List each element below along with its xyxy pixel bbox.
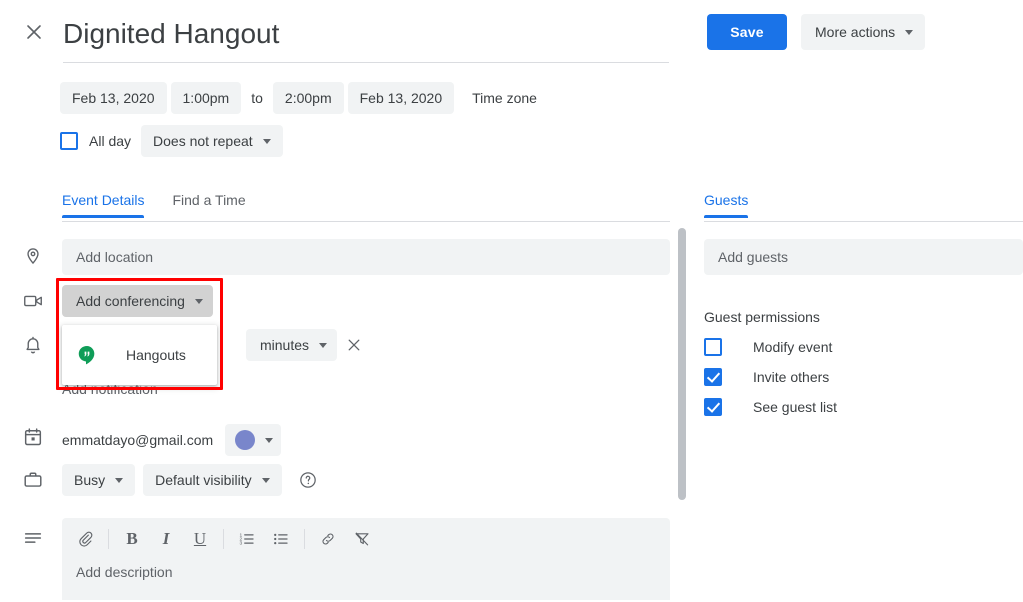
visibility-label: Default visibility — [155, 472, 252, 488]
repeat-label: Does not repeat — [153, 133, 253, 149]
conferencing-option-hangouts[interactable]: Hangouts — [62, 325, 217, 385]
chevron-down-icon — [905, 29, 914, 35]
right-tabs-divider — [704, 221, 1023, 222]
guest-permissions-title: Guest permissions — [704, 309, 820, 325]
start-date-field[interactable]: Feb 13, 2020 — [60, 82, 167, 114]
numbered-list-icon[interactable]: 1 2 3 — [230, 522, 264, 556]
chevron-down-icon — [262, 138, 271, 144]
event-color-swatch — [235, 430, 256, 450]
event-color-dropdown[interactable] — [225, 424, 282, 456]
tab-guests[interactable]: Guests — [704, 192, 749, 218]
scrollbar-thumb[interactable] — [678, 228, 686, 500]
add-conferencing-label: Add conferencing — [76, 293, 185, 309]
calendar-icon — [22, 426, 44, 448]
right-tabs: Guests — [704, 192, 776, 218]
briefcase-icon — [22, 469, 44, 491]
bulleted-list-icon[interactable] — [264, 522, 298, 556]
notification-unit-dropdown[interactable]: minutes — [246, 329, 338, 361]
calendar-email: emmatdayo@gmail.com — [62, 432, 214, 448]
conferencing-option-label: Hangouts — [126, 347, 186, 363]
location-pin-icon — [22, 246, 44, 268]
svg-text:3: 3 — [240, 541, 243, 547]
chevron-down-icon — [261, 477, 270, 483]
start-time-field[interactable]: 1:00pm — [170, 82, 242, 114]
permission-invite-others[interactable]: Invite others — [704, 368, 829, 386]
permission-modify-event[interactable]: Modify event — [704, 338, 832, 356]
title-wrap: Dignited Hangout — [63, 14, 669, 63]
left-tabs-divider — [62, 221, 670, 222]
location-input[interactable]: Add location — [62, 239, 670, 275]
time-zone-button[interactable]: Time zone — [472, 90, 537, 106]
underline-icon[interactable]: U — [183, 522, 217, 556]
calendar-owner-row: emmatdayo@gmail.com — [62, 424, 282, 456]
description-input[interactable]: Add description — [62, 560, 670, 580]
repeat-dropdown[interactable]: Does not repeat — [141, 125, 283, 157]
end-time-field[interactable]: 2:00pm — [272, 82, 344, 114]
description-lines-icon — [22, 527, 44, 549]
close-icon[interactable] — [18, 16, 50, 48]
more-actions-label: More actions — [815, 24, 896, 40]
video-camera-icon — [22, 290, 44, 312]
italic-icon[interactable]: I — [149, 522, 183, 556]
all-day-checkbox[interactable] — [60, 132, 78, 150]
link-icon[interactable] — [311, 522, 345, 556]
bold-icon[interactable]: B — [115, 522, 149, 556]
save-button[interactable]: Save — [707, 14, 787, 50]
help-icon[interactable] — [298, 470, 318, 490]
all-day-row: All day Does not repeat — [60, 125, 283, 157]
conferencing-dropdown-menu: Hangouts — [62, 325, 217, 385]
busy-label: Busy — [74, 472, 106, 488]
chevron-down-icon — [265, 437, 274, 443]
remove-notification-button[interactable] — [340, 331, 368, 359]
visibility-dropdown[interactable]: Default visibility — [143, 464, 282, 496]
invite-others-checkbox[interactable] — [704, 368, 722, 386]
add-conferencing-button[interactable]: Add conferencing — [62, 285, 213, 317]
tab-event-details[interactable]: Event Details — [62, 192, 145, 218]
attach-icon[interactable] — [68, 522, 102, 556]
notification-unit-label: minutes — [260, 337, 310, 353]
permission-label: See guest list — [753, 399, 838, 415]
toolbar-divider — [223, 529, 224, 549]
permission-label: Invite others — [753, 369, 830, 385]
see-guest-list-checkbox[interactable] — [704, 398, 722, 416]
remove-formatting-icon[interactable] — [345, 522, 379, 556]
hangouts-icon — [76, 344, 98, 366]
more-actions-button[interactable]: More actions — [801, 14, 926, 50]
bell-icon — [22, 334, 44, 356]
permission-see-guest-list[interactable]: See guest list — [704, 398, 837, 416]
tab-find-a-time[interactable]: Find a Time — [172, 192, 245, 218]
event-editor-page: Dignited Hangout Save More actions Feb 1… — [0, 0, 1023, 602]
datetime-row: Feb 13, 2020 1:00pm to 2:00pm Feb 13, 20… — [60, 82, 537, 114]
all-day-label: All day — [89, 133, 132, 149]
page-title[interactable]: Dignited Hangout — [63, 14, 669, 63]
chevron-down-icon — [194, 298, 203, 304]
modify-event-checkbox[interactable] — [704, 338, 722, 356]
permission-label: Modify event — [753, 339, 833, 355]
end-date-field[interactable]: Feb 13, 2020 — [347, 82, 455, 114]
add-guests-input[interactable]: Add guests — [704, 239, 1023, 275]
chevron-down-icon — [319, 342, 328, 348]
toolbar-divider — [304, 529, 305, 549]
left-tabs: Event Details Find a Time — [62, 192, 274, 218]
toolbar-divider — [108, 529, 109, 549]
description-toolbar: B I U 1 2 3 — [62, 518, 670, 560]
description-editor: B I U 1 2 3 Add description — [62, 518, 670, 600]
busy-dropdown[interactable]: Busy — [62, 464, 136, 496]
chevron-down-icon — [115, 477, 124, 483]
to-label: to — [251, 90, 263, 106]
availability-row: Busy Default visibility — [62, 464, 318, 496]
